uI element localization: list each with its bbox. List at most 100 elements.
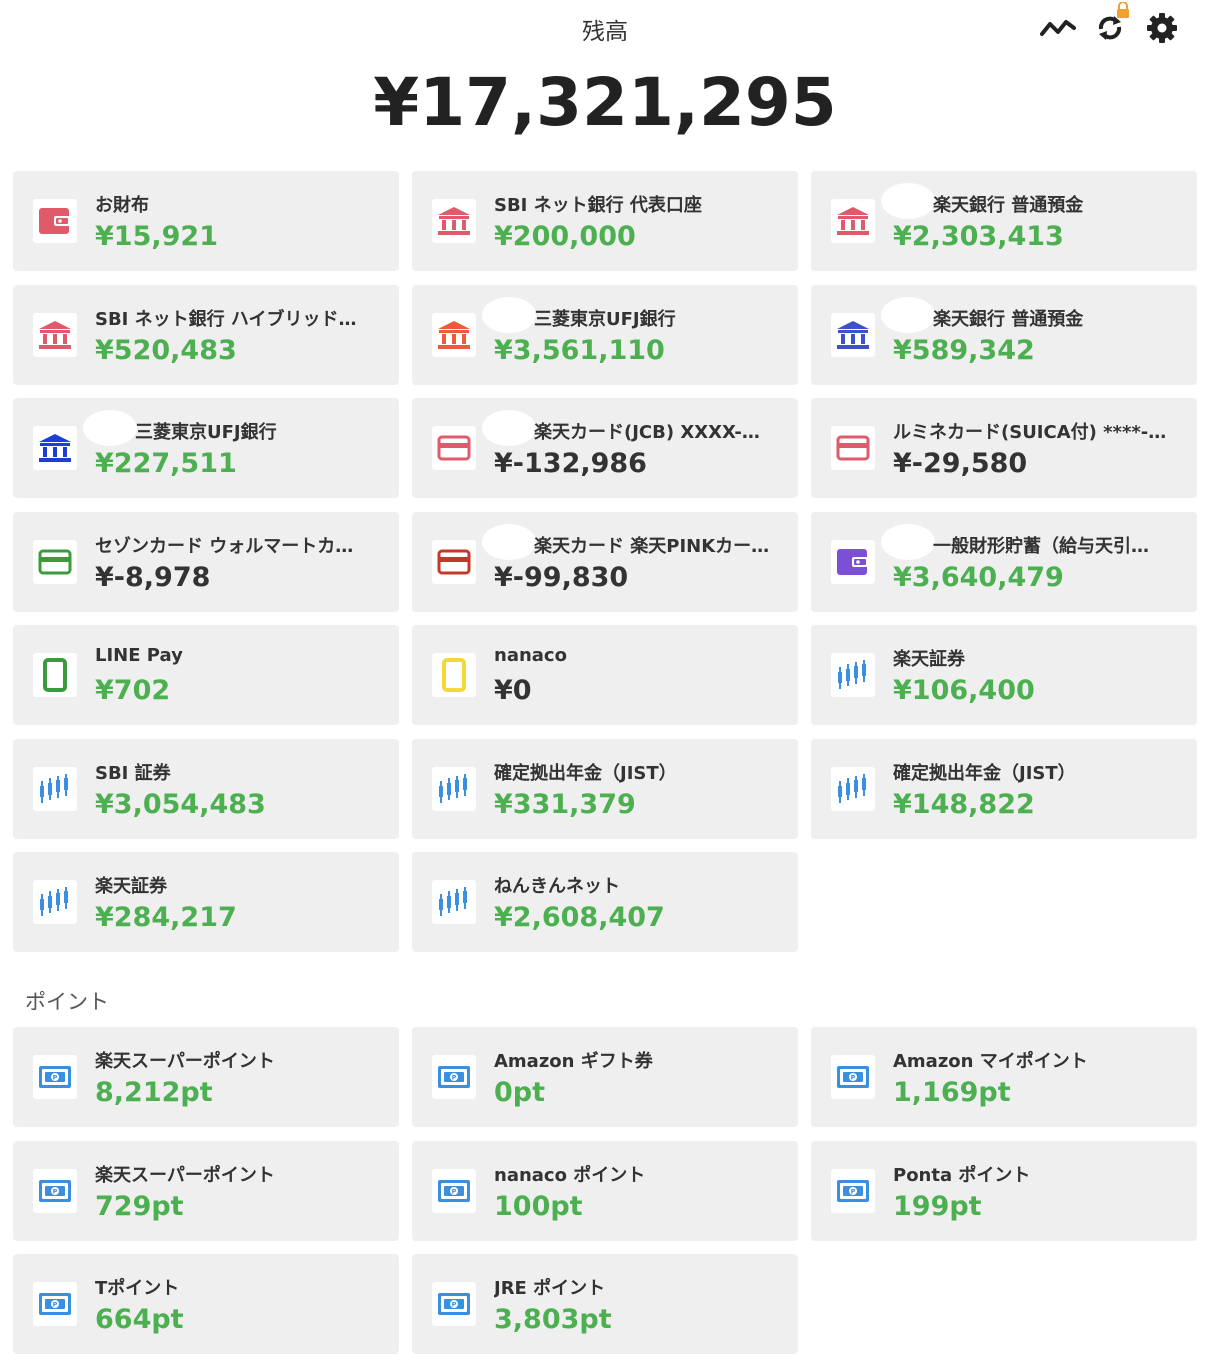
account-name: 確定拠出年金（JIST）: [494, 762, 677, 784]
card-icon-box: [831, 426, 875, 470]
card-icon-box: P: [831, 1168, 875, 1213]
account-card[interactable]: SBI ネット銀行 ハイブリッド… ¥520,483: [13, 284, 399, 385]
bank-icon: [836, 320, 870, 350]
account-amount: ¥2,303,413: [893, 221, 1064, 252]
account-card[interactable]: 確定拠出年金（JIST） ¥331,379: [412, 738, 798, 839]
card-icon-box: P: [831, 1055, 875, 1099]
bank-icon: [437, 206, 471, 236]
account-amount: ¥3,054,483: [95, 788, 266, 820]
wallet-icon: [836, 547, 870, 577]
account-amount: ¥-99,830: [494, 561, 629, 593]
stock-chart-icon: [836, 658, 870, 692]
account-amount: ¥148,822: [893, 788, 1035, 820]
card-icon-box: [33, 880, 77, 924]
card-icon-box: [33, 653, 77, 697]
card-icon-box: P: [33, 1168, 77, 1213]
credit-card-icon: [437, 434, 471, 462]
account-name: 三菱東京UFJ銀行: [534, 308, 676, 330]
point-card-icon: P: [436, 1290, 472, 1318]
point-name: Tポイント: [95, 1278, 180, 1299]
account-card[interactable]: 楽天カード 楽天PINKカー… ¥-99,830: [412, 511, 798, 612]
svg-text:P: P: [452, 1301, 457, 1309]
point-card[interactable]: P 楽天スーパーポイント 8,212pt: [13, 1027, 399, 1127]
point-card[interactable]: Pnanaco ポイント 100pt: [412, 1140, 798, 1241]
bank-icon: [38, 433, 72, 463]
account-amount: ¥0: [494, 675, 532, 706]
bank-icon: [836, 206, 870, 236]
svg-text:P: P: [452, 1187, 457, 1195]
point-name: 楽天スーパーポイント: [95, 1164, 275, 1186]
card-icon-box: [33, 426, 77, 470]
svg-text:P: P: [851, 1187, 856, 1195]
point-card[interactable]: P Tポイント 664pt: [13, 1254, 399, 1354]
account-card[interactable]: 楽天銀行 普通預金 ¥2,303,413: [811, 171, 1197, 271]
account-card[interactable]: SBI ネット銀行 代表口座 ¥200,000: [412, 171, 798, 271]
point-name: nanaco ポイント: [494, 1164, 646, 1186]
point-card[interactable]: P 楽天スーパーポイント 729pt: [13, 1140, 399, 1241]
point-amount: 1,169pt: [893, 1077, 1011, 1108]
account-card[interactable]: 確定拠出年金（JIST） ¥148,822: [811, 738, 1197, 839]
account-name: お財布: [95, 195, 149, 216]
svg-text:P: P: [53, 1301, 58, 1309]
account-card[interactable]: nanaco ¥0: [412, 625, 798, 725]
account-name: 楽天証券: [893, 649, 965, 670]
card-icon-box: [831, 199, 875, 243]
bank-icon: [437, 320, 471, 350]
account-card[interactable]: 楽天銀行 普通預金 ¥589,342: [811, 284, 1197, 385]
card-icon-box: [432, 653, 476, 697]
card-icon-box: P: [33, 1282, 77, 1326]
account-name: 三菱東京UFJ銀行: [135, 422, 277, 443]
credit-card-icon: [437, 548, 471, 576]
point-amount: 664pt: [95, 1304, 184, 1335]
gear-icon[interactable]: [1144, 10, 1180, 46]
credit-card-icon: [38, 548, 72, 576]
sync-icon[interactable]: [1092, 1, 1129, 46]
account-name: SBI 証券: [95, 762, 171, 784]
account-card[interactable]: SBI 証券 ¥3,054,483: [13, 738, 399, 839]
account-amount: ¥3,640,479: [893, 561, 1064, 593]
account-name: 楽天カード 楽天PINKカー…: [534, 535, 770, 557]
point-card[interactable]: P Amazon ギフト券 0pt: [412, 1027, 798, 1127]
point-card[interactable]: P Ponta ポイント 199pt: [811, 1140, 1197, 1241]
account-name: ねんきんネット: [494, 876, 620, 897]
account-card[interactable]: ねんきんネット ¥2,608,407: [412, 852, 798, 952]
account-card[interactable]: LINE Pay ¥702: [13, 625, 399, 725]
account-name: 楽天証券: [95, 876, 167, 897]
account-card[interactable]: ルミネカード(SUICA付) ****-… ¥-29,580: [811, 398, 1197, 498]
account-amount: ¥-8,978: [95, 561, 211, 593]
point-card-icon: P: [835, 1177, 871, 1205]
account-name: セゾンカード ウォルマートカ…: [95, 535, 354, 557]
account-card[interactable]: 三菱東京UFJ銀行 ¥227,511: [13, 398, 399, 498]
point-name: JRE ポイント: [494, 1278, 606, 1299]
stock-chart-icon: [38, 772, 72, 806]
chart-line-icon[interactable]: [1040, 10, 1076, 46]
account-card[interactable]: 三菱東京UFJ銀行 ¥3,561,110: [412, 284, 798, 385]
account-amount: ¥589,342: [893, 334, 1035, 366]
point-amount: 0pt: [494, 1077, 546, 1108]
stock-chart-icon: [38, 885, 72, 919]
point-card-icon: P: [37, 1290, 73, 1318]
account-card[interactable]: 楽天証券 ¥284,217: [13, 852, 399, 952]
account-card[interactable]: 一般財形貯蓄（給与天引… ¥3,640,479: [811, 511, 1197, 612]
card-icon-box: [831, 653, 875, 697]
account-amount: ¥-132,986: [494, 448, 647, 479]
svg-text:P: P: [53, 1187, 58, 1195]
bank-icon: [38, 320, 72, 350]
account-amount: ¥2,608,407: [494, 902, 665, 933]
account-amount: ¥227,511: [95, 448, 237, 479]
account-name: 楽天カード(JCB) XXXX-…: [534, 422, 760, 443]
card-icon-box: [831, 539, 875, 584]
total-balance: ¥17,321,295: [373, 64, 837, 141]
card-icon-box: [33, 312, 77, 357]
card-icon-box: [33, 766, 77, 811]
account-card[interactable]: セゾンカード ウォルマートカ… ¥-8,978: [13, 511, 399, 612]
svg-text:P: P: [53, 1074, 58, 1082]
card-icon-box: P: [432, 1168, 476, 1213]
point-card[interactable]: P Amazon マイポイント 1,169pt: [811, 1027, 1197, 1127]
account-card[interactable]: 楽天カード(JCB) XXXX-… ¥-132,986: [412, 398, 798, 498]
account-card[interactable]: 楽天証券 ¥106,400: [811, 625, 1197, 725]
point-card[interactable]: P JRE ポイント 3,803pt: [412, 1254, 798, 1354]
account-amount: ¥200,000: [494, 221, 636, 252]
account-amount: ¥702: [95, 675, 171, 706]
account-card[interactable]: お財布 ¥15,921: [13, 171, 399, 271]
